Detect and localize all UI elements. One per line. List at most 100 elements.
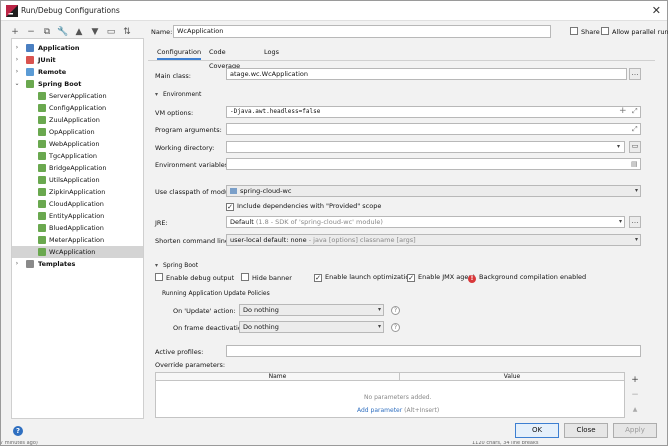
chevron-down-icon[interactable]: ▾ [155,262,163,269]
wrench-icon[interactable]: 🔧 [57,26,69,38]
apply-button[interactable]: Apply [613,423,657,438]
checkbox-box[interactable]: ✓ [407,274,415,282]
edit-variables-icon[interactable]: ▤ [631,160,638,168]
vm-options-input[interactable]: -Djava.awt.headless=false [226,106,641,118]
tree-item-op-application[interactable]: OpApplication [12,126,143,138]
active-profiles-input[interactable] [226,345,641,357]
checkbox-box[interactable] [241,273,249,281]
expand-icon[interactable]: ⤢ [632,125,638,134]
chevron-down-icon[interactable]: ▾ [378,322,381,332]
launch-optimization-label: Enable launch optimization [325,273,414,281]
expand-icon[interactable]: ⤢ [632,107,638,116]
help-icon[interactable]: ? [13,426,23,436]
tree-item-meter-application[interactable]: MeterApplication [12,234,143,246]
chevron-down-icon[interactable]: ⌄ [14,78,20,90]
enable-debug-output-checkbox[interactable]: Enable debug output [155,273,234,282]
tree-item-label: ConfigApplication [49,104,107,112]
environment-section[interactable]: ▾ Environment [155,91,201,98]
column-header-name[interactable]: Name [156,373,400,381]
tree-item-cloud-application[interactable]: CloudApplication [12,198,143,210]
chevron-down-icon[interactable]: ▾ [635,186,638,196]
active-profiles-label: Active profiles: [155,348,204,356]
tab-code-coverage[interactable]: Code Coverage [209,45,240,70]
tab-logs[interactable]: Logs [264,45,279,60]
chevron-down-icon[interactable]: ▾ [378,305,381,315]
move-up-icon[interactable]: ▲ [629,404,641,416]
tree-item-junit[interactable]: › JUnit [12,54,143,66]
update-policies-label: Running Application Update Policies [162,290,270,297]
add-icon[interactable]: + [9,26,21,38]
tree-item-application[interactable]: › Application [12,42,143,54]
browse-jre-button[interactable]: … [629,216,641,228]
ok-button[interactable]: OK [515,423,559,438]
tree-item-spring-boot[interactable]: ⌄ Spring Boot [12,78,143,90]
checkbox-box[interactable] [601,27,609,35]
chevron-down-icon[interactable]: ▾ [617,143,620,150]
tree-item-zuul-application[interactable]: ZuulApplication [12,114,143,126]
browse-working-directory-button[interactable]: ▭ [629,141,641,153]
hide-banner-checkbox[interactable]: Hide banner [241,273,292,282]
tree-item-templates[interactable]: › Templates [12,258,143,270]
checkbox-box[interactable] [570,27,578,35]
jmx-agent-checkbox[interactable]: ✓ Enable JMX agent [407,273,475,282]
shorten-command-select[interactable]: user-local default: none - java [options… [226,234,641,246]
tree-item-config-application[interactable]: ConfigApplication [12,102,143,114]
add-parameter-label[interactable]: Add parameter [357,407,402,414]
shorten-command-hint: - java [options] classname [args] [308,236,416,244]
tree-item-wc-application[interactable]: WcApplication [12,246,143,258]
tree-item-blued-application[interactable]: BluedApplication [12,222,143,234]
help-icon[interactable]: ? [391,306,400,315]
tree-item-label: WebApplication [49,140,100,148]
tree-item-utils-application[interactable]: UtilsApplication [12,174,143,186]
browse-main-class-button[interactable]: … [629,68,641,80]
include-provided-label: Include dependencies with "Provided" sco… [237,202,382,210]
launch-optimization-checkbox[interactable]: ✓ Enable launch optimization [314,273,413,282]
include-provided-checkbox[interactable]: ✓ Include dependencies with "Provided" sc… [226,202,381,211]
chevron-right-icon[interactable]: › [14,42,20,54]
close-button[interactable]: Close [564,423,608,438]
tree-item-bridge-application[interactable]: BridgeApplication [12,162,143,174]
chevron-right-icon[interactable]: › [14,258,20,270]
chevron-down-icon[interactable]: ▾ [155,91,163,98]
on-frame-select[interactable]: Do nothing ▾ [239,321,384,333]
tab-configuration[interactable]: Configuration [157,45,202,60]
environment-variables-input[interactable] [226,158,641,170]
copy-icon[interactable]: ⧉ [41,26,53,38]
chevron-right-icon[interactable]: › [14,54,20,66]
checkbox-box[interactable] [155,273,163,281]
checkbox-box[interactable]: ✓ [226,203,234,211]
allow-parallel-checkbox[interactable]: Allow parallel run [601,27,668,36]
configuration-tree: › Application › JUnit › Remote ⌄ Spring … [11,38,144,419]
close-icon[interactable]: ✕ [652,4,661,17]
tree-item-server-application[interactable]: ServerApplication [12,90,143,102]
move-down-icon[interactable]: ▼ [89,26,101,38]
expand-plus-icon[interactable]: + [619,106,627,116]
chevron-down-icon[interactable]: ▾ [619,217,622,227]
sort-icon[interactable]: ⇅ [121,26,133,38]
help-icon[interactable]: ? [391,323,400,332]
add-parameter-link[interactable]: Add parameter (Alt+Insert) [357,407,439,414]
column-header-value[interactable]: Value [400,373,624,381]
tree-item-entity-application[interactable]: EntityApplication [12,210,143,222]
spring-boot-section[interactable]: ▾ Spring Boot [155,262,198,269]
jre-select[interactable]: Default (1.8 - SDK of 'spring-cloud-wc' … [226,216,625,228]
remove-icon[interactable]: − [629,389,641,401]
remove-icon[interactable]: − [25,26,37,38]
folder-icon[interactable]: ▭ [105,26,117,38]
tree-item-tgc-application[interactable]: TgcApplication [12,150,143,162]
tree-item-web-application[interactable]: WebApplication [12,138,143,150]
chevron-right-icon[interactable]: › [14,66,20,78]
add-icon[interactable]: + [629,374,641,386]
tree-item-zipkin-application[interactable]: ZipkinApplication [12,186,143,198]
move-up-icon[interactable]: ▲ [73,26,85,38]
name-input[interactable]: WcApplication [173,25,551,38]
chevron-down-icon[interactable]: ▾ [635,235,638,245]
classpath-module-select[interactable]: spring-cloud-wc ▾ [226,185,641,197]
working-directory-input[interactable] [226,141,625,153]
main-class-input[interactable]: atage.wc.WcApplication [226,68,627,80]
tree-item-remote[interactable]: › Remote [12,66,143,78]
checkbox-box[interactable]: ✓ [314,274,322,282]
program-arguments-input[interactable] [226,123,641,135]
on-update-select[interactable]: Do nothing ▾ [239,304,384,316]
share-checkbox[interactable]: Share [570,27,600,36]
